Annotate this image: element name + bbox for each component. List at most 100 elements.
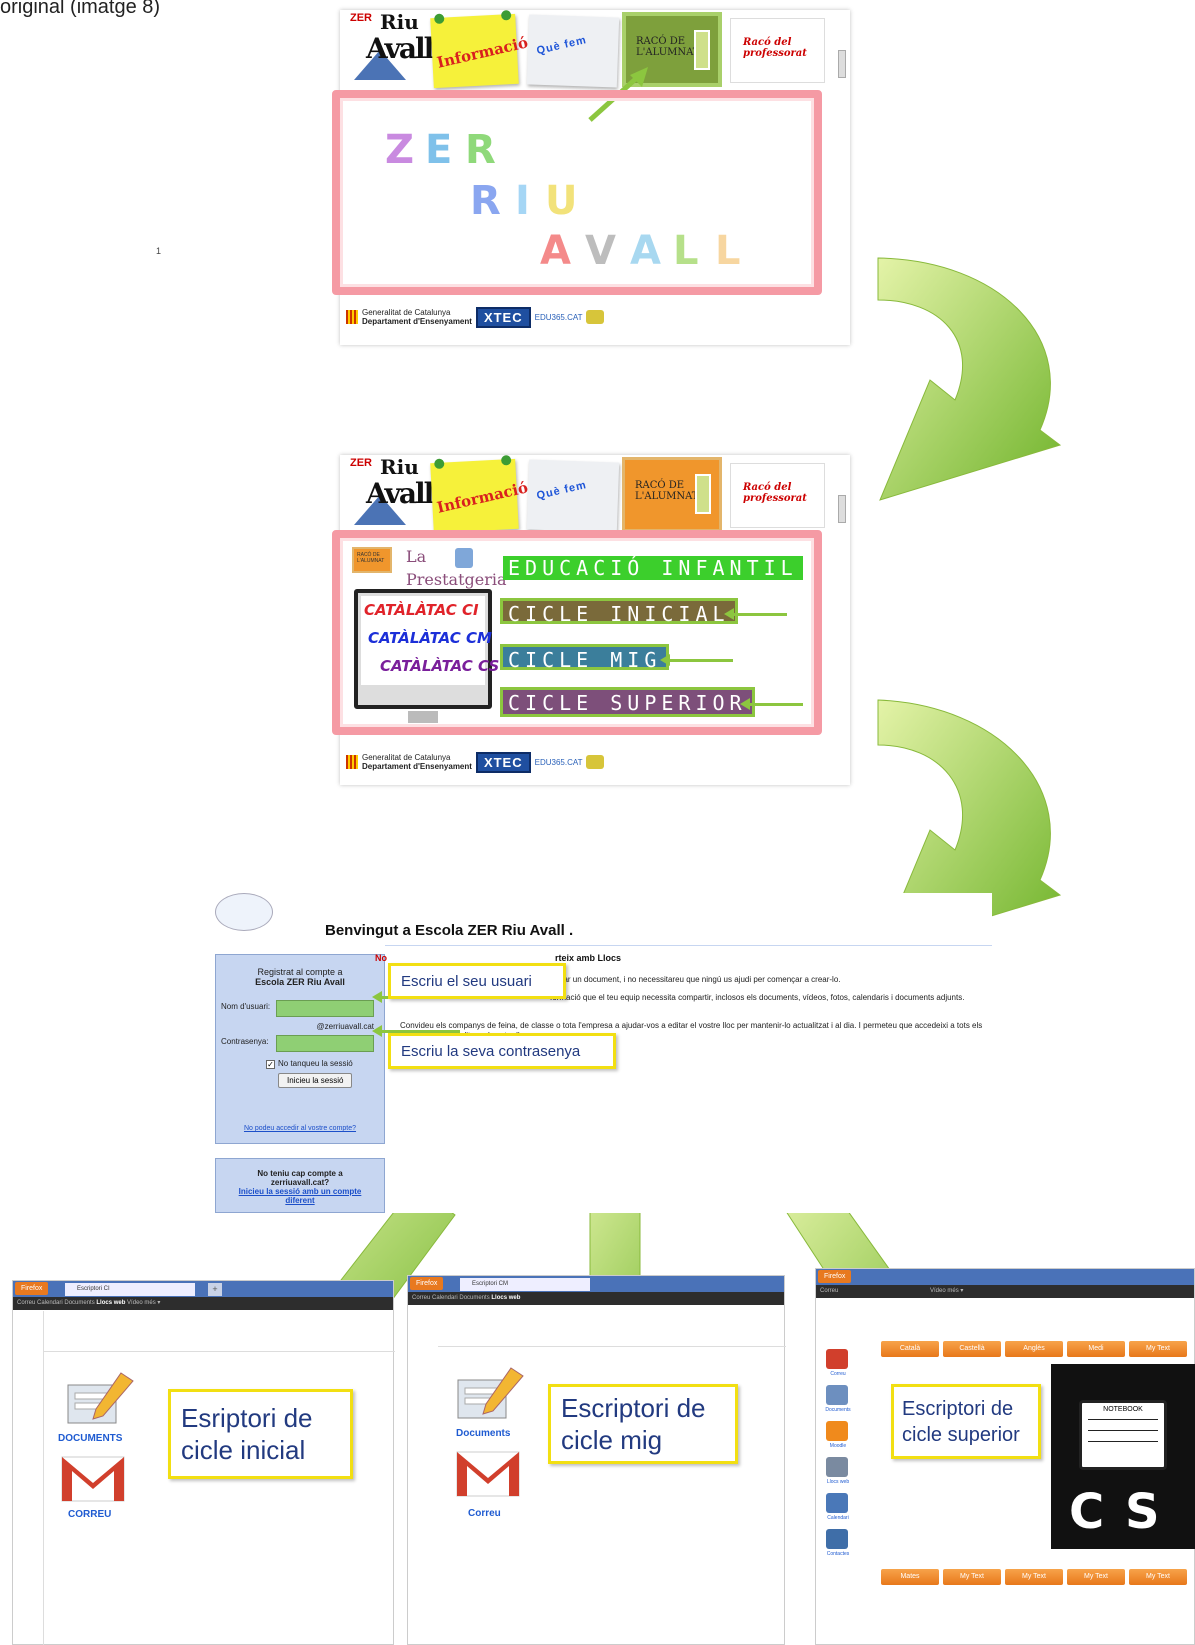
cs-tab[interactable]: My Text bbox=[1005, 1569, 1063, 1585]
cs-tab[interactable]: My Text bbox=[1129, 1569, 1187, 1585]
menu-cicle-superior[interactable]: CICLE SUPERIOR bbox=[500, 687, 755, 717]
menu-educacio-infantil[interactable]: EDUCACIÓ INFANTIL bbox=[503, 556, 803, 580]
tile-raco-professorat-label: Racó del professorat bbox=[743, 482, 807, 504]
logo-zer-text: ZER bbox=[350, 12, 372, 24]
site-logo[interactable]: ZER Riu Avall bbox=[348, 455, 434, 527]
tile-raco-professorat-label: Racó del professorat bbox=[743, 37, 807, 59]
title-letter: A bbox=[540, 228, 573, 274]
menu-cicle-mig[interactable]: CICLE MIG bbox=[500, 644, 670, 672]
title-letter: E bbox=[425, 127, 455, 173]
monitor-stand bbox=[408, 711, 438, 723]
cs-tab[interactable]: Anglès bbox=[1005, 1341, 1063, 1357]
documents-label[interactable]: DOCUMENTS bbox=[58, 1433, 122, 1444]
documents-icon[interactable] bbox=[63, 1371, 138, 1431]
pencil-icon bbox=[694, 30, 710, 70]
books-icon bbox=[455, 548, 473, 568]
tile-que-fem-label: Què fem bbox=[535, 34, 588, 58]
tile-que-fem[interactable]: Què fem bbox=[526, 459, 620, 533]
pin-icon bbox=[434, 13, 445, 25]
title-letter: A bbox=[630, 228, 663, 274]
google-bar: Correu Calendari Documents Llocs web bbox=[408, 1292, 784, 1305]
gbar-links[interactable]: Correu Calendari Documents bbox=[17, 1300, 96, 1306]
username-domain: @zerriuavall.cat bbox=[316, 1022, 374, 1031]
catalan-flag-icon bbox=[346, 310, 358, 324]
gbar-links[interactable]: Correu Calendari Documents bbox=[412, 1295, 491, 1301]
raco-mini-thumb[interactable]: RACÓ DE L'ALUMNAT bbox=[352, 547, 392, 573]
site-logo[interactable]: ZER Riu Avall bbox=[348, 10, 434, 82]
link-catalatac-ci[interactable]: CATÀLÀTAC CI bbox=[364, 601, 479, 619]
new-tab-icon[interactable]: + bbox=[208, 1283, 222, 1296]
cs-tab[interactable]: Mates bbox=[881, 1569, 939, 1585]
stay-signed-checkbox[interactable]: ✓ bbox=[266, 1060, 275, 1069]
title-letter: R bbox=[465, 127, 498, 173]
scrollbar[interactable] bbox=[838, 495, 846, 523]
tile-raco-professorat[interactable]: Racó del professorat bbox=[730, 463, 825, 528]
documents-label[interactable]: Documents bbox=[456, 1428, 510, 1439]
title-letter: L bbox=[673, 228, 701, 274]
cant-access-link[interactable]: No podeu accedir al vostre compte? bbox=[216, 1125, 384, 1132]
gbar-more[interactable]: Vídeo més ▾ bbox=[125, 1300, 160, 1306]
xtec-logo[interactable]: XTEC bbox=[475, 306, 531, 328]
firefox-menu-button[interactable]: Firefox bbox=[818, 1270, 852, 1283]
firefox-menu-button[interactable]: Firefox bbox=[410, 1277, 444, 1290]
cs-side-icon[interactable] bbox=[826, 1385, 848, 1405]
google-bar: Correu Calendari Documents Llocs web Víd… bbox=[13, 1297, 393, 1310]
cs-side-icon[interactable] bbox=[826, 1457, 848, 1477]
cs-tab[interactable]: Català bbox=[881, 1341, 939, 1357]
cs-tab[interactable]: My Text bbox=[943, 1569, 1001, 1585]
edu365-logo[interactable]: EDU365.CAT bbox=[535, 313, 583, 322]
sign-in-button[interactable]: Inicieu la sessió bbox=[278, 1073, 353, 1088]
documents-icon[interactable] bbox=[453, 1366, 528, 1426]
welcome-heading: Benvingut a Escola ZER Riu Avall . bbox=[325, 922, 574, 939]
gmail-icon[interactable] bbox=[58, 1451, 128, 1506]
cs-tab[interactable]: My Text bbox=[1129, 1341, 1187, 1357]
pencil-icon bbox=[695, 474, 711, 514]
cs-side-label: Llocs web bbox=[826, 1479, 850, 1485]
tile-raco-professorat[interactable]: Racó del professorat bbox=[730, 18, 825, 83]
cs-tab[interactable]: Castellà bbox=[943, 1341, 1001, 1357]
stay-signed-label: No tanqueu la sessió bbox=[278, 1059, 353, 1068]
menu-cicle-inicial[interactable]: CICLE INICIAL bbox=[500, 598, 738, 626]
gbar-active[interactable]: Llocs web bbox=[491, 1295, 520, 1301]
tile-informacio-label: Informació bbox=[435, 33, 530, 72]
xtec-logo[interactable]: XTEC bbox=[475, 751, 531, 773]
password-input[interactable] bbox=[276, 1035, 374, 1052]
gbar-links[interactable]: Correu bbox=[820, 1288, 838, 1294]
arrow-left-icon bbox=[660, 654, 733, 666]
title-letter: Z bbox=[385, 127, 417, 173]
title-letter: R bbox=[470, 178, 503, 224]
link-catalatac-cs[interactable]: CATÀLÀTAC CS bbox=[380, 657, 499, 675]
cs-side-icon[interactable] bbox=[826, 1529, 848, 1549]
cs-side-icon[interactable] bbox=[826, 1421, 848, 1441]
different-account-link[interactable]: Inicieu la sessió amb un compte diferent bbox=[216, 1187, 384, 1205]
correu-label[interactable]: CORREU bbox=[68, 1509, 111, 1520]
tile-informacio[interactable]: Informació bbox=[430, 10, 530, 89]
gmail-icon[interactable] bbox=[453, 1446, 523, 1501]
tile-raco-alumnat-label: RACÓ DE L'ALUMNAT bbox=[635, 480, 699, 502]
link-catalatac-cm[interactable]: CATÀLÀTAC CM bbox=[368, 629, 492, 647]
username-input[interactable] bbox=[276, 1000, 374, 1017]
gbar-active[interactable]: Llocs web bbox=[96, 1300, 125, 1306]
browser-tab[interactable]: Escriptori CM bbox=[460, 1278, 590, 1291]
prestatgeria-title[interactable]: Prestatgeria bbox=[406, 570, 507, 589]
cs-side-icon[interactable] bbox=[826, 1349, 848, 1369]
logo-avall-text: Avall bbox=[366, 477, 434, 510]
scrollbar[interactable] bbox=[838, 50, 846, 78]
correu-label[interactable]: Correu bbox=[468, 1508, 501, 1519]
callout-desktop-cm: Escriptori de cicle mig bbox=[548, 1384, 738, 1464]
no-account-panel: No teniu cap compte a zerriuavall.cat? I… bbox=[215, 1158, 385, 1213]
title-letter: V bbox=[585, 228, 618, 274]
browser-tab[interactable]: Escriptori CI bbox=[65, 1283, 195, 1296]
tile-informacio[interactable]: Informació bbox=[430, 455, 530, 534]
firefox-menu-button[interactable]: Firefox bbox=[15, 1282, 49, 1295]
panel-title-1: Registrat al compte a bbox=[257, 967, 343, 977]
cs-tab[interactable]: Medi bbox=[1067, 1341, 1125, 1357]
cs-side-icon[interactable] bbox=[826, 1493, 848, 1513]
prestatgeria-la[interactable]: La bbox=[406, 547, 426, 566]
cloud-logo-icon bbox=[215, 893, 273, 931]
gbar-more[interactable]: Vídeo més ▾ bbox=[928, 1288, 963, 1294]
edu365-logo[interactable]: EDU365.CAT bbox=[535, 758, 583, 767]
tile-raco-alumnat[interactable]: RACÓ DE L'ALUMNAT bbox=[622, 457, 722, 532]
footer-generalitat: Generalitat de Catalunya bbox=[362, 308, 451, 317]
cs-tab[interactable]: My Text bbox=[1067, 1569, 1125, 1585]
